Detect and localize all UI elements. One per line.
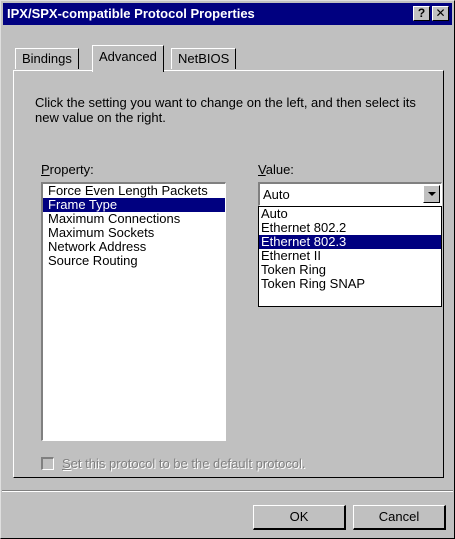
- value-label-rest: alue:: [265, 162, 294, 177]
- value-current: Auto: [263, 187, 290, 202]
- property-label-rest: roperty:: [49, 162, 94, 177]
- separator-highlight: [2, 491, 453, 492]
- property-item-max-sockets[interactable]: Maximum Sockets: [43, 226, 225, 240]
- instructions-text: Click the setting you want to change on …: [35, 95, 416, 125]
- properties-dialog: IPX/SPX-compatible Protocol Properties ?…: [0, 0, 455, 539]
- property-item-source-routing[interactable]: Source Routing: [43, 254, 225, 268]
- property-item-frame-type[interactable]: Frame Type: [43, 198, 225, 212]
- tab-netbios[interactable]: NetBIOS: [171, 48, 237, 69]
- tab-bindings[interactable]: Bindings: [15, 48, 79, 69]
- property-label-mnemonic: P: [41, 162, 50, 177]
- dialog-title: IPX/SPX-compatible Protocol Properties: [7, 6, 255, 21]
- cancel-button[interactable]: Cancel: [353, 505, 446, 530]
- default-protocol-label-rest: et this protocol to be the default proto…: [70, 456, 306, 471]
- default-protocol-mnemonic: S: [62, 456, 71, 471]
- default-protocol-checkbox[interactable]: [41, 457, 54, 470]
- property-listbox[interactable]: Force Even Length Packets Frame Type Max…: [41, 182, 226, 441]
- property-label: Property:: [41, 162, 94, 177]
- value-dropdown-list[interactable]: Auto Ethernet 802.2 Ethernet 802.3 Ether…: [258, 206, 442, 307]
- dropdown-button[interactable]: [423, 185, 440, 203]
- chevron-down-icon: [428, 192, 436, 196]
- title-bar[interactable]: IPX/SPX-compatible Protocol Properties ?…: [3, 3, 452, 25]
- value-option-ethernet-802-3[interactable]: Ethernet 802.3: [259, 235, 441, 249]
- value-combobox[interactable]: Auto: [258, 182, 442, 206]
- property-item-network-address[interactable]: Network Address: [43, 240, 225, 254]
- tab-advanced[interactable]: Advanced: [92, 45, 164, 72]
- value-option-token-ring[interactable]: Token Ring: [259, 263, 441, 277]
- close-button[interactable]: ✕: [432, 6, 449, 21]
- value-option-token-ring-snap[interactable]: Token Ring SNAP: [259, 277, 441, 291]
- value-label-mnemonic: V: [258, 162, 266, 177]
- property-item-max-connections[interactable]: Maximum Connections: [43, 212, 225, 226]
- value-option-auto[interactable]: Auto: [259, 207, 441, 221]
- default-protocol-label: Set this protocol to be the default prot…: [62, 456, 306, 471]
- value-option-ethernet-802-2[interactable]: Ethernet 802.2: [259, 221, 441, 235]
- help-button[interactable]: ?: [413, 6, 430, 21]
- ok-button[interactable]: OK: [253, 505, 346, 530]
- value-option-ethernet-ii[interactable]: Ethernet II: [259, 249, 441, 263]
- property-item-force-even-length[interactable]: Force Even Length Packets: [43, 184, 225, 198]
- value-label: Value:: [258, 162, 294, 177]
